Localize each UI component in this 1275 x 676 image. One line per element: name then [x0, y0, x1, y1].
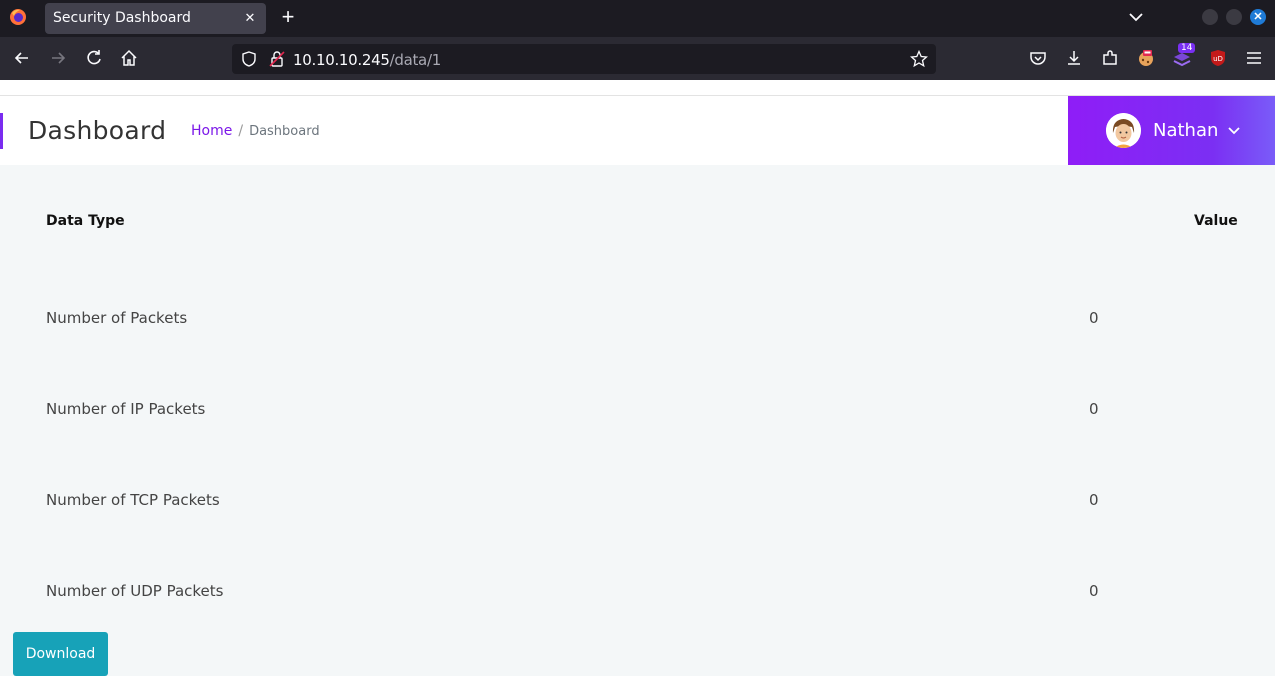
browser-nav-bar: 10.10.10.245/data/1 14 uD: [0, 37, 1275, 80]
avatar: [1106, 113, 1141, 148]
top-divider: [0, 80, 1275, 96]
table-row-label: Number of UDP Packets: [46, 582, 224, 600]
chevron-down-icon[interactable]: [1126, 8, 1146, 26]
cookie-extension-icon[interactable]: [1136, 48, 1156, 68]
extensions-puzzle-icon[interactable]: [1100, 48, 1120, 68]
download-button[interactable]: Download: [13, 632, 108, 676]
page-title: Dashboard: [28, 116, 167, 145]
table-row-value: 0: [1089, 582, 1099, 600]
chevron-down-icon: [1228, 127, 1240, 135]
download-icon[interactable]: [1064, 48, 1084, 68]
page-content: Dashboard Home / Dashboard Nathan Data Typ…: [0, 80, 1275, 676]
tab-title: Security Dashboard: [53, 10, 191, 26]
reload-icon[interactable]: [84, 48, 104, 68]
table-row-value: 0: [1089, 309, 1099, 327]
user-name: Nathan: [1153, 120, 1219, 141]
url-path: /data/1: [389, 51, 442, 69]
forward-arrow-icon[interactable]: [48, 48, 68, 68]
svg-text:uD: uD: [1213, 55, 1223, 63]
user-menu-button[interactable]: Nathan: [1068, 96, 1275, 165]
pocket-icon[interactable]: [1028, 48, 1048, 68]
column-header-value: Value: [1194, 213, 1238, 229]
column-header-data-type: Data Type: [46, 213, 125, 229]
header-accent-bar: [0, 113, 3, 149]
insecure-lock-icon[interactable]: [268, 50, 286, 68]
breadcrumb-current: Dashboard: [249, 124, 320, 139]
table-row-value: 0: [1089, 400, 1099, 418]
browser-tab-bar: Security Dashboard ✕ + ✕: [0, 0, 1275, 37]
table-row-label: Number of IP Packets: [46, 400, 206, 418]
table-row-label: Number of Packets: [46, 309, 188, 327]
close-window-icon[interactable]: ✕: [1250, 9, 1266, 25]
table-row-label: Number of TCP Packets: [46, 491, 220, 509]
breadcrumb-separator: /: [238, 123, 244, 139]
maximize-window-icon[interactable]: [1226, 9, 1242, 25]
minimize-window-icon[interactable]: [1202, 9, 1218, 25]
shield-icon[interactable]: [240, 50, 258, 68]
home-icon[interactable]: [119, 48, 139, 68]
new-tab-icon[interactable]: +: [278, 6, 298, 28]
tab-close-icon[interactable]: ✕: [241, 9, 259, 27]
url-text: 10.10.10.245/data/1: [293, 51, 441, 69]
hamburger-menu-icon[interactable]: [1244, 48, 1264, 68]
ublock-icon[interactable]: uD: [1208, 48, 1228, 68]
breadcrumb: Home / Dashboard: [191, 123, 320, 139]
extension-badge-count: 14: [1178, 43, 1196, 53]
bookmark-star-icon[interactable]: [910, 50, 928, 68]
url-host: 10.10.10.245: [293, 51, 390, 69]
table-row-value: 0: [1089, 491, 1099, 509]
browser-tab[interactable]: Security Dashboard ✕: [45, 3, 266, 34]
breadcrumb-home-link[interactable]: Home: [191, 123, 232, 139]
url-bar[interactable]: 10.10.10.245/data/1: [232, 44, 936, 74]
extension-badge-icon[interactable]: 14: [1172, 43, 1196, 69]
back-arrow-icon[interactable]: [12, 48, 32, 68]
firefox-logo-icon: [10, 9, 26, 25]
